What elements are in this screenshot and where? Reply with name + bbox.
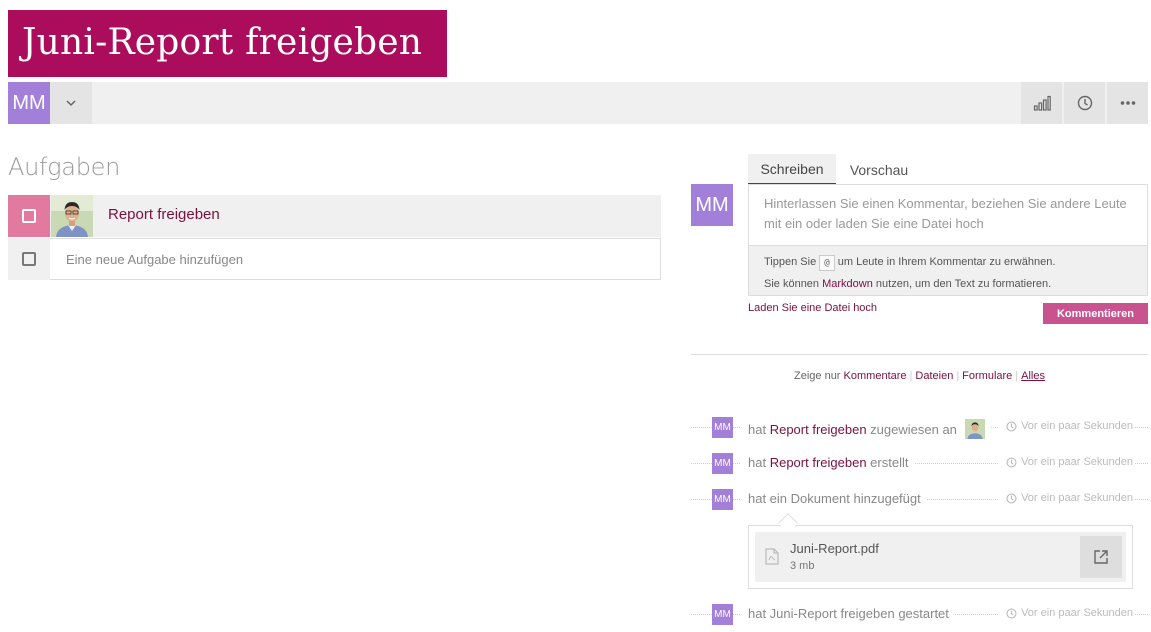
commenter-avatar: MM bbox=[691, 184, 733, 226]
assignee-avatar bbox=[51, 195, 93, 237]
markdown-hint: Sie können Markdown nutzen, um den Text … bbox=[764, 278, 1052, 290]
activity-time: Vor ein paar Sekunden bbox=[998, 456, 1134, 468]
signal-bars-icon bbox=[1033, 95, 1051, 111]
checkbox-icon bbox=[22, 252, 36, 266]
checkbox-icon bbox=[22, 209, 36, 223]
attachment-card[interactable]: Juni-Report.pdf 3 mb bbox=[755, 532, 1126, 582]
activity-item: MM hat Report freigeben erstellt Vor ein… bbox=[691, 453, 1148, 474]
tab-write[interactable]: Schreiben bbox=[748, 154, 836, 185]
activity-time: Vor ein paar Sekunden bbox=[998, 607, 1134, 619]
markdown-link[interactable]: Markdown bbox=[822, 278, 873, 290]
filter-files[interactable]: Dateien bbox=[915, 370, 953, 382]
open-attachment-button[interactable] bbox=[1080, 536, 1122, 578]
comment-editor bbox=[748, 184, 1148, 246]
tasks-heading: Aufgaben bbox=[8, 153, 120, 181]
filter-forms[interactable]: Formulare bbox=[962, 370, 1012, 382]
upload-file-link[interactable]: Laden Sie eine Datei hoch bbox=[748, 302, 877, 314]
filter-comments[interactable]: Kommentare bbox=[844, 370, 907, 382]
filter-prefix: Zeige nur bbox=[794, 370, 841, 382]
task-label[interactable]: Report freigeben bbox=[108, 206, 220, 223]
divider bbox=[691, 354, 1148, 355]
page-title-banner: Juni-Report freigeben bbox=[8, 10, 447, 77]
user-avatar[interactable]: MM bbox=[8, 82, 50, 124]
activity-avatar: MM bbox=[712, 417, 733, 438]
activity-item: MM hat Juni-Report freigeben gestartet V… bbox=[691, 604, 1148, 625]
clock-icon bbox=[1006, 420, 1017, 432]
new-task-checkbox[interactable] bbox=[8, 238, 50, 280]
mention-hint: Tippen Sie @ um Leute in Ihrem Kommentar… bbox=[764, 251, 1132, 273]
comment-hints: Tippen Sie @ um Leute in Ihrem Kommentar… bbox=[748, 246, 1148, 296]
toolbar: MM bbox=[8, 82, 1148, 124]
activity-text: hat Juni-Report freigeben gestartet bbox=[741, 606, 955, 621]
clock-icon bbox=[1006, 492, 1017, 504]
new-task-input[interactable] bbox=[50, 238, 661, 280]
clock-icon bbox=[1077, 95, 1092, 111]
more-button[interactable] bbox=[1106, 82, 1148, 124]
tab-preview[interactable]: Vorschau bbox=[836, 154, 922, 185]
task-item[interactable]: Report freigeben bbox=[8, 195, 661, 237]
activity-task-link[interactable]: Report freigeben bbox=[770, 455, 867, 470]
activity-avatar: MM bbox=[712, 453, 733, 474]
at-key: @ bbox=[819, 255, 835, 271]
submit-comment-button[interactable]: Kommentieren bbox=[1043, 303, 1148, 324]
activity-avatar: MM bbox=[712, 604, 733, 625]
activity-time: Vor ein paar Sekunden bbox=[998, 492, 1134, 504]
activity-time: Vor ein paar Sekunden bbox=[998, 420, 1134, 432]
history-button[interactable] bbox=[1063, 82, 1105, 124]
clock-icon bbox=[1006, 607, 1017, 619]
filter-all[interactable]: Alles bbox=[1021, 370, 1045, 382]
statistics-button[interactable] bbox=[1020, 82, 1062, 124]
attachment-name[interactable]: Juni-Report.pdf bbox=[790, 541, 879, 556]
activity-task-link[interactable]: Report freigeben bbox=[770, 422, 867, 437]
user-dropdown-button[interactable] bbox=[50, 82, 92, 124]
activity-item: MM hat Report freigeben zugewiesen an Vo… bbox=[691, 417, 1148, 439]
chevron-down-icon bbox=[66, 100, 76, 107]
comment-input[interactable] bbox=[749, 185, 1147, 245]
new-task-row bbox=[8, 238, 661, 280]
activity-filter: Zeige nur Kommentare | Dateien | Formulare | A… bbox=[794, 370, 1045, 382]
task-checkbox[interactable] bbox=[8, 195, 50, 237]
attachment-size: 3 mb bbox=[790, 560, 815, 572]
page-title: Juni-Report freigeben bbox=[22, 22, 423, 63]
external-link-icon bbox=[1094, 550, 1108, 564]
activity-text: hat ein Dokument hinzugefügt bbox=[741, 491, 927, 506]
activity-text: hat Report freigeben erstellt bbox=[741, 455, 915, 470]
activity-item: MM hat ein Dokument hinzugefügt Vor ein … bbox=[691, 489, 1148, 510]
assignee-avatar bbox=[964, 419, 985, 439]
more-dots-icon bbox=[1120, 101, 1135, 105]
pdf-file-icon bbox=[765, 548, 779, 565]
activity-avatar: MM bbox=[712, 489, 733, 510]
clock-icon bbox=[1006, 456, 1017, 468]
activity-text: hat Report freigeben zugewiesen an bbox=[741, 419, 991, 439]
